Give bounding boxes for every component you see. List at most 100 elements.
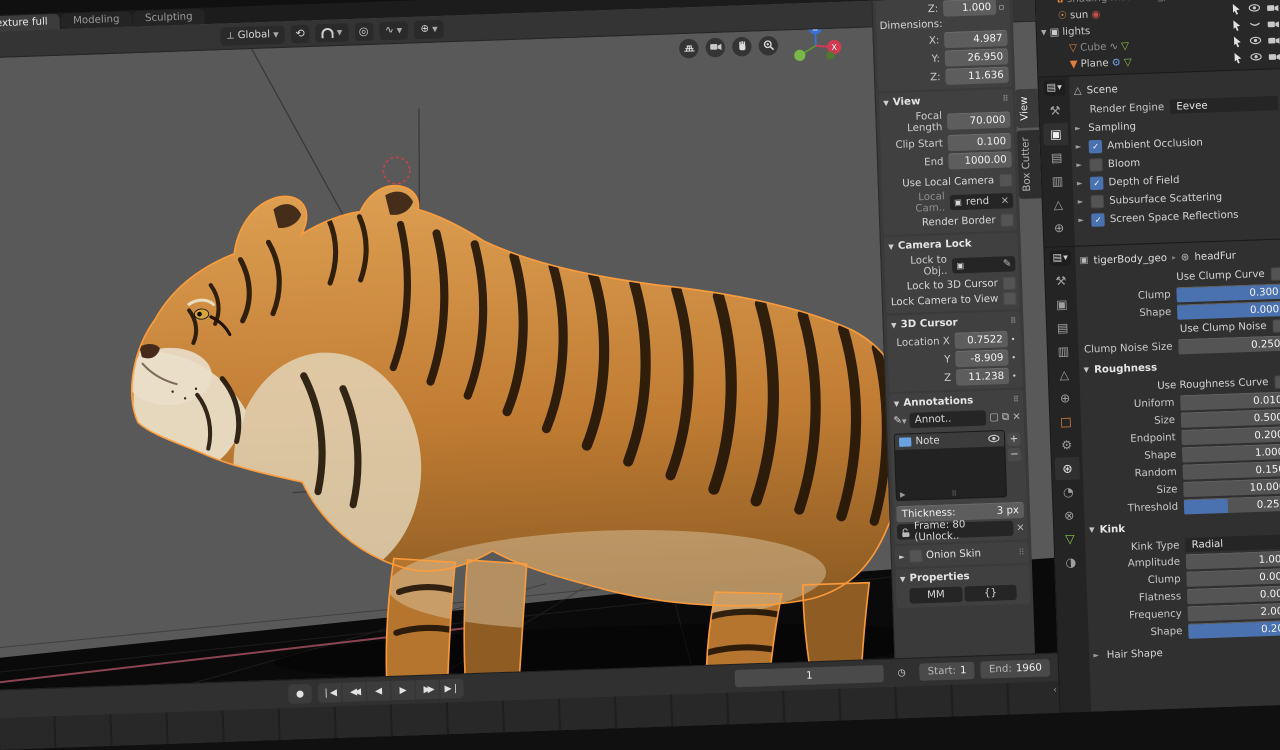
clump-slider[interactable]: 0.300 [1177, 283, 1280, 302]
lock-object-field[interactable]: ▣ ✎ [952, 256, 1016, 273]
editor-type-chooser[interactable]: ▤▼ [1043, 80, 1065, 96]
cursor-x-field[interactable]: 0.7522 [955, 331, 1009, 349]
cursor-select-icon[interactable] [1231, 36, 1244, 49]
tab-scene[interactable]: △ [1046, 193, 1071, 216]
tab-constraints[interactable]: ⊗ [1057, 504, 1082, 527]
next-keyframe-button[interactable]: ▶▶ [415, 679, 440, 699]
expand-caret-icon[interactable]: ▼ [1041, 28, 1047, 36]
annotation-pencil-icon[interactable]: ✎▼ [893, 415, 907, 427]
use-clump-curve-checkbox[interactable] [1271, 267, 1280, 281]
auto-keyframe-button[interactable]: ● [288, 684, 312, 704]
frame-start-field[interactable]: Start:1 [919, 662, 975, 681]
eye-closed-icon[interactable] [1249, 19, 1262, 32]
3d-viewport[interactable]: ⊥ Global ▼ ⟲ ▼ ◎ ∿ ▼ ⊕ ▼ [0, 0, 1058, 690]
unlink-icon[interactable]: × [1012, 411, 1021, 423]
render-engine-dropdown[interactable]: Eevee [1170, 96, 1278, 114]
eye-icon[interactable] [988, 433, 1001, 446]
clump-shape-slider[interactable]: 0.000 [1177, 301, 1280, 320]
remove-layer-button[interactable]: − [1008, 448, 1022, 462]
braces-button[interactable]: {} [964, 585, 1017, 602]
breadcrumb-object[interactable]: tigerBody_geo [1093, 252, 1167, 266]
kink-amplitude-field[interactable]: 1.000 [1186, 550, 1280, 569]
camera-visibility-icon[interactable] [1266, 2, 1279, 15]
kink-type-dropdown[interactable]: Radial [1185, 534, 1280, 552]
clip-end-field[interactable]: 1000.00 [948, 151, 1012, 170]
3d-cursor-header[interactable]: ▼3D Cursor⠿ [890, 313, 1018, 333]
lock-cursor-checkbox[interactable] [1003, 276, 1017, 290]
annotations-header[interactable]: ▼Annotations⠿ [893, 392, 1021, 412]
editor-type-chooser[interactable]: ▤▼ [1049, 250, 1071, 266]
dim-z-field[interactable]: 11.636 [945, 66, 1009, 85]
tab-scene[interactable]: △ [1052, 363, 1077, 386]
play-reverse-button[interactable]: ◀ [366, 681, 391, 701]
decorator-icon[interactable]: • [1008, 352, 1019, 362]
play-button[interactable]: ▶ [391, 680, 416, 700]
grid-toggle-button[interactable] [679, 38, 699, 58]
close-icon[interactable]: × [1000, 195, 1009, 207]
annotation-name-field[interactable]: Annot.. [909, 410, 986, 428]
roughness-random-size-field[interactable]: 10.000 [1183, 478, 1280, 497]
roughness-endpoint-field[interactable]: 0.200 [1182, 426, 1280, 445]
tab-tool[interactable]: ⚒ [1042, 99, 1067, 122]
scale-z-field[interactable]: 1.000 [943, 0, 997, 17]
panel-grip-icon[interactable]: ⠿ [1018, 548, 1024, 557]
onion-skin-checkbox[interactable] [908, 549, 922, 563]
camera-lock-header[interactable]: ▼Camera Lock [887, 235, 1015, 255]
depth-of-field-checkbox[interactable] [1090, 176, 1104, 190]
zoom-button[interactable] [758, 35, 778, 55]
decorator-icon[interactable]: • [1009, 371, 1020, 381]
camera-visibility-icon[interactable] [1267, 18, 1280, 31]
tab-material[interactable]: ◑ [1058, 551, 1083, 574]
kink-flatness-field[interactable]: 0.000 [1187, 585, 1280, 604]
sidebar-tab-view[interactable]: View [1016, 89, 1040, 128]
orientation-dropdown[interactable]: ⊥ Global ▼ [220, 25, 285, 46]
panel-grip-icon[interactable]: ⠿ [1002, 94, 1009, 103]
current-frame-field[interactable]: 1 [735, 665, 884, 688]
use-roughness-curve-checkbox[interactable] [1274, 375, 1280, 389]
add-layer-button[interactable]: + [1007, 432, 1021, 446]
cursor-select-icon[interactable] [1230, 3, 1243, 16]
tab-particles[interactable]: ⊛ [1055, 457, 1080, 480]
proportional-falloff-dropdown[interactable]: ∿ ▼ [379, 21, 409, 40]
panel-grip-icon[interactable]: ⠿ [1013, 395, 1020, 404]
lock-view-checkbox[interactable] [1003, 292, 1017, 306]
duplicate-icon[interactable]: ⧉ [1002, 411, 1010, 422]
stopwatch-icon[interactable]: ◷ [890, 663, 914, 683]
tab-object-data[interactable]: ▽ [1057, 527, 1082, 550]
focal-length-field[interactable]: 70.000 [947, 111, 1011, 130]
cursor-z-field[interactable]: 11.238 [956, 368, 1010, 386]
local-camera-field[interactable]: ▣ rend × [950, 192, 1014, 209]
jump-to-end-button[interactable]: ▶❘ [440, 678, 464, 698]
tab-render[interactable]: ▣ [1043, 123, 1068, 146]
tab-render[interactable]: ▣ [1049, 293, 1074, 316]
kink-shape-slider[interactable]: 0.200 [1188, 620, 1280, 639]
eye-icon[interactable] [1248, 3, 1261, 16]
properties-subpanel-header[interactable]: ▼Properties [899, 567, 1027, 587]
roughness-random-field[interactable]: 0.150 [1183, 461, 1280, 480]
ssr-checkbox[interactable] [1091, 213, 1105, 227]
pan-hand-button[interactable] [732, 36, 752, 56]
tab-view-layer[interactable]: ▥ [1045, 169, 1070, 192]
frame-end-field[interactable]: End:1960 [981, 659, 1051, 679]
camera-visibility-icon[interactable] [1268, 51, 1280, 64]
gizmo-dropdown[interactable]: ⊕ ▼ [414, 19, 444, 38]
resize-grip-icon[interactable]: ⠿ [951, 490, 957, 498]
snap-target-dropdown[interactable]: ▼ [315, 23, 349, 43]
cursor-y-field[interactable]: -8.909 [955, 349, 1009, 367]
kink-clump-field[interactable]: 0.000 [1186, 568, 1280, 587]
roughness-uniform-field[interactable]: 0.010 [1180, 391, 1280, 410]
transform-pivot-dropdown[interactable]: ⟲ [291, 24, 310, 43]
tab-view-layer[interactable]: ▥ [1051, 340, 1076, 363]
render-border-checkbox[interactable] [1000, 213, 1014, 227]
cursor-select-icon[interactable] [1231, 52, 1244, 65]
tab-output[interactable]: ▤ [1044, 146, 1069, 169]
kink-frequency-field[interactable]: 2.000 [1188, 602, 1280, 621]
eye-icon[interactable] [1249, 35, 1262, 48]
bloom-checkbox[interactable] [1089, 158, 1103, 172]
prev-keyframe-button[interactable]: ◀◀ [342, 682, 367, 702]
decorator-icon[interactable]: • [1008, 334, 1019, 344]
subsurface-scattering-checkbox[interactable] [1091, 194, 1105, 208]
camera-view-button[interactable] [705, 37, 725, 57]
tab-world[interactable]: ⊕ [1052, 387, 1077, 410]
roughness-size-field[interactable]: 0.500 [1181, 409, 1280, 428]
